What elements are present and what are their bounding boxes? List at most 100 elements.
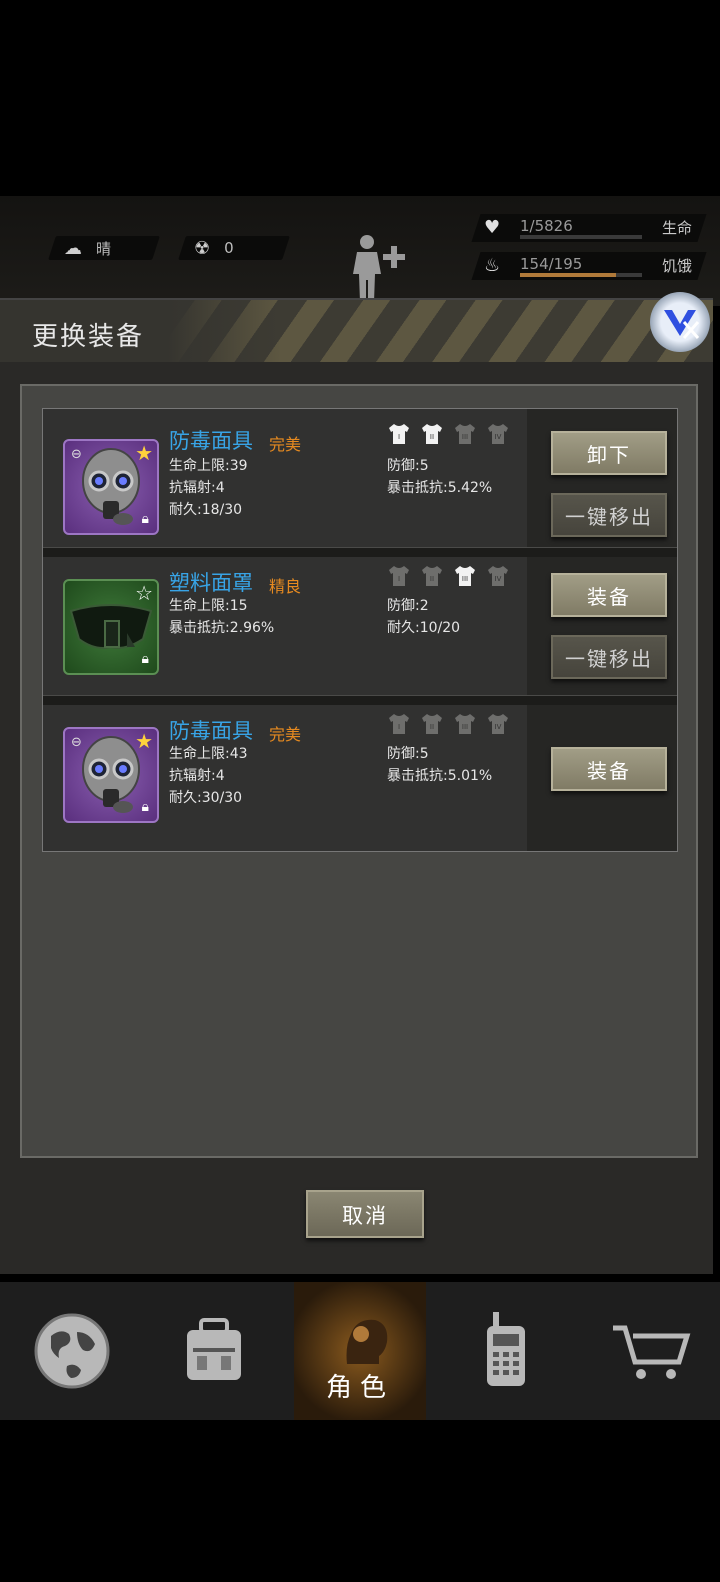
close-icon [664,310,700,339]
bottom-nav: 角色 [0,1282,720,1420]
item-grade: 完美 [269,725,302,744]
equip-button[interactable]: 装备 [551,747,667,791]
lock-icon: 🔒︎ [141,651,149,667]
equip-button[interactable]: 装备 [551,573,667,617]
item-thumbnail[interactable]: ★ ⊖ 🔒︎ [63,439,159,535]
nav-character[interactable]: 角色 [294,1282,426,1420]
change-equipment-modal: 更换装备 ★ ⊖ 🔒︎ 防毒面具 完美 生命上限:39 抗辐射:4 耐久:18/… [0,292,713,1274]
shirt-slot-icon: II [420,565,444,587]
body-status-icon[interactable] [345,232,415,302]
backpack-icon [187,1318,241,1380]
svg-text:I: I [398,433,400,441]
shirt-slot-icon: IV [486,565,510,587]
walkie-talkie-icon [487,1312,525,1386]
nav-backpack[interactable] [148,1282,280,1420]
svg-text:III: III [462,575,468,583]
lock-icon: 🔒︎ [141,799,149,815]
unequip-button[interactable]: 卸下 [551,431,667,475]
cancel-button[interactable]: 取消 [306,1190,424,1238]
nav-shop[interactable] [586,1282,718,1420]
shirt-slot-icon: II [420,423,444,445]
health-value: 1/5826 [520,217,573,235]
heart-icon: ♥ [484,217,501,238]
svg-text:III: III [462,723,468,731]
modal-title: 更换装备 [32,322,145,352]
hunger-track [520,273,642,277]
close-button[interactable] [650,292,710,352]
item-thumbnail[interactable]: ☆ 🔒︎ [63,579,159,675]
shirt-slot-icon: I [387,713,411,735]
list-item: ★ ⊖ 🔒︎ 防毒面具 完美 生命上限:43 抗辐射:4 耐久:30/30 防御… [43,705,677,851]
hunger-label: 饥饿 [661,257,692,275]
lock-icon: 🔒︎ [141,511,149,527]
svg-text:IV: IV [495,575,502,583]
radiation-pill: ☢ 0 [178,236,290,260]
nav-radio[interactable] [440,1282,572,1420]
shirt-slot-icon: I [387,565,411,587]
shirt-slot-icon: III [453,565,477,587]
stomach-icon: ♨ [484,255,501,276]
item-stat: 抗辐射:4 [169,768,225,784]
shirt-slot-icon: III [453,713,477,735]
radiation-value: 0 [224,239,234,257]
slot-indicators: I II III IV [387,423,510,445]
equipment-list: ★ ⊖ 🔒︎ 防毒面具 完美 生命上限:39 抗辐射:4 耐久:18/30 防御… [42,408,678,852]
slot-indicators: I II III IV [387,565,510,587]
item-stat: 生命上限:39 [169,458,248,474]
shopping-cart-icon [613,1325,691,1379]
health-bar: ♥ 1/5826 生命 [471,214,707,242]
item-stat: 耐久:10/20 [387,620,461,636]
item-stat: 生命上限:43 [169,746,248,762]
shirt-slot-icon: III [453,423,477,445]
item-stat: 防御:5 [387,458,429,474]
item-stat: 暴击抵抗:2.96% [169,620,275,636]
link-icon: ⊖ [71,735,82,750]
item-name: 防毒面具 [169,429,253,453]
item-stat: 耐久:18/30 [169,502,243,518]
status-area: ☁ 晴 ☢ 0 ♥ 1/5826 生命 ♨ 154/195 饥饿 [0,196,720,306]
slot-indicators: I II III IV [387,713,510,735]
modal-header: 更换装备 [0,300,713,362]
item-stat: 抗辐射:4 [169,480,225,496]
item-name: 塑料面罩 [169,571,253,595]
weather-pill: ☁ 晴 [48,236,160,260]
item-stat: 防御:5 [387,746,429,762]
item-thumbnail[interactable]: ★ ⊖ 🔒︎ [63,727,159,823]
star-icon: ★ [135,441,153,465]
item-name: 防毒面具 [169,719,253,743]
svg-text:IV: IV [495,723,502,731]
shirt-slot-icon: IV [486,423,510,445]
item-stat: 暴击抵抗:5.42% [387,480,493,496]
item-grade: 精良 [269,577,302,596]
svg-text:IV: IV [495,433,502,441]
svg-text:II: II [430,433,434,441]
svg-text:II: II [430,723,434,731]
star-outline-icon: ☆ [135,581,153,605]
shirt-slot-icon: IV [486,713,510,735]
item-stat: 防御:2 [387,598,429,614]
link-icon: ⊖ [71,447,82,462]
nav-world[interactable] [6,1282,138,1420]
svg-text:I: I [398,575,400,583]
globe-icon [34,1313,110,1389]
hunger-bar: ♨ 154/195 饥饿 [471,252,707,280]
svg-text:I: I [398,723,400,731]
nav-character-label: 角色 [325,1373,394,1403]
item-stat: 生命上限:15 [169,598,248,614]
radiation-icon: ☢ [194,237,211,259]
shirt-slot-icon: I [387,423,411,445]
svg-text:III: III [462,433,468,441]
star-icon: ★ [135,729,153,753]
remove-all-button[interactable]: 一键移出 [551,493,667,537]
remove-all-button[interactable]: 一键移出 [551,635,667,679]
equipment-list-panel: ★ ⊖ 🔒︎ 防毒面具 完美 生命上限:39 抗辐射:4 耐久:18/30 防御… [20,384,698,1158]
svg-text:II: II [430,575,434,583]
hunger-value: 154/195 [520,255,583,273]
item-stat: 耐久:30/30 [169,790,243,806]
shirt-slot-icon: II [420,713,444,735]
cloud-sun-icon: ☁ [64,237,82,259]
item-stat: 暴击抵抗:5.01% [387,768,493,784]
item-grade: 完美 [269,435,302,454]
list-item: ★ ⊖ 🔒︎ 防毒面具 完美 生命上限:39 抗辐射:4 耐久:18/30 防御… [43,409,677,547]
health-label: 生命 [661,219,692,237]
